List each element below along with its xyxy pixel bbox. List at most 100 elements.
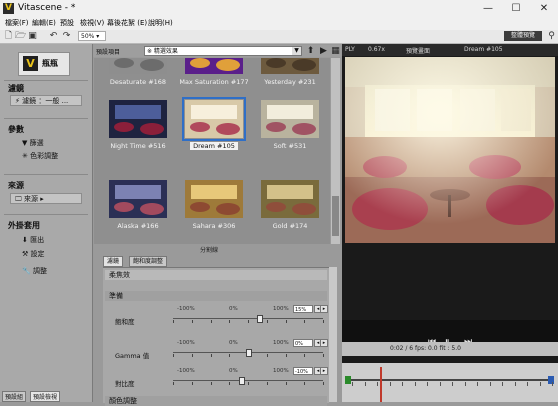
tab-presets[interactable]: 預設組 (2, 391, 27, 402)
slider-tick (266, 320, 268, 323)
view-toggle-button[interactable]: 整體預覽 (504, 31, 542, 41)
viewer-mode-label[interactable]: 預覽畫面 (406, 46, 430, 55)
menu-behind-scenes[interactable]: 幕後花絮 (E) (107, 18, 147, 28)
menu-edit[interactable]: 編輯(E) (32, 18, 56, 28)
logo-button[interactable]: V 瓶瓶 (18, 52, 70, 76)
timeline-tick (439, 382, 441, 386)
preset-thumbnail[interactable] (261, 180, 319, 218)
slider-spin-up-icon[interactable]: ▸ (320, 367, 328, 375)
menu-view[interactable]: 檢視(V) (80, 18, 104, 28)
close-button[interactable]: ✕ (530, 0, 558, 17)
preset-item[interactable]: Soft #531 (252, 100, 328, 160)
timecode-bar: 0:02 / 6 fps: 0.0 fit : 5.0 (342, 342, 558, 356)
preset-caption: Yesterday #231 (264, 78, 316, 86)
preset-item[interactable]: Desaturate #168 (100, 58, 176, 96)
slider-tick (210, 320, 212, 323)
menu-presets[interactable]: 預設 (60, 18, 74, 28)
preset-caption: Sahara #306 (192, 222, 236, 230)
slider-spin-up-icon[interactable]: ▸ (320, 339, 328, 347)
preset-item[interactable]: Gold #174 (252, 180, 328, 240)
preset-thumbnail[interactable] (109, 58, 167, 74)
slider-value-field[interactable]: -10% (293, 367, 313, 375)
divider (4, 80, 88, 81)
slider-min-label: -100% (177, 306, 195, 312)
tab-preset-view[interactable]: 預設檢視 (30, 391, 61, 402)
maximize-button[interactable]: ☐ (502, 0, 530, 17)
preset-caption: Dream #105 (190, 142, 238, 150)
preset-scrollbar[interactable] (331, 58, 340, 244)
viewer-preset-name: Dream #105 (464, 46, 503, 53)
slider-knob[interactable] (238, 377, 245, 385)
section-source-title: 來源 (8, 181, 24, 190)
preset-caption: Max Saturation #177 (179, 78, 249, 86)
timeline[interactable] (342, 363, 558, 402)
timeline-rail[interactable] (348, 379, 552, 381)
slider-track[interactable] (173, 318, 323, 319)
slider-tick (229, 354, 231, 357)
adjust-scrollbar[interactable] (329, 267, 337, 402)
preset-category-value: ※ 精選效果 (147, 48, 178, 55)
divider (4, 118, 88, 119)
menu-file[interactable]: 檔案(F) (5, 18, 29, 28)
slider-knob[interactable] (246, 349, 252, 357)
preset-item[interactable]: Yesterday #231 (252, 58, 328, 96)
viewer-bar: PLY 0.67x 預覽畫面 Dream #105 (342, 44, 558, 56)
preset-thumbnail[interactable] (109, 180, 167, 218)
preset-thumbnail[interactable] (261, 100, 319, 138)
params-color-item[interactable]: ✳ 色彩調整 (22, 151, 58, 161)
preset-item[interactable]: Sahara #306 (176, 180, 252, 240)
preset-item[interactable]: Dream #105 (176, 97, 252, 160)
zoom-value: 50% (81, 33, 95, 40)
arrow-up-icon[interactable]: ⬆ (305, 46, 316, 56)
menu-help[interactable]: 說明(H) (148, 18, 173, 28)
slider-tick (173, 320, 174, 323)
vitascene-logo-icon: V (23, 56, 38, 71)
redo-icon[interactable]: ↷ (61, 31, 72, 41)
slider-value-field[interactable]: 0% (293, 339, 313, 347)
preset-thumbnail[interactable] (261, 58, 319, 74)
undo-icon[interactable]: ↶ (48, 31, 59, 41)
slider-track[interactable] (173, 380, 323, 381)
plugin-adjust-item[interactable]: 🔧 調整 (22, 266, 47, 276)
scrollbar-thumb[interactable] (332, 196, 339, 236)
save-icon[interactable]: ▣ (27, 31, 38, 41)
slider-spin-up-icon[interactable]: ▸ (320, 305, 328, 313)
preset-item[interactable]: Night Time #516 (100, 100, 176, 160)
end-marker-icon[interactable] (548, 376, 554, 384)
new-file-icon[interactable]: 🗋 (3, 31, 14, 41)
zoom-select[interactable]: 50% ▾ (78, 31, 106, 41)
preset-category-select[interactable]: ※ 精選效果 ▼ (144, 46, 302, 56)
slider-value-field[interactable]: 15% (293, 305, 313, 313)
plugin-export-item[interactable]: ⬇ 匯出 (22, 235, 44, 245)
params-filter-item[interactable]: ▼ 篩選 (22, 138, 44, 148)
tab-filter[interactable]: 濾鏡 (103, 256, 124, 267)
slider-tick (229, 382, 231, 385)
preset-item[interactable]: Alaska #166 (100, 180, 176, 240)
preview-image[interactable] (345, 57, 555, 243)
tab-saturation[interactable]: 飽和度調整 (129, 256, 168, 267)
open-folder-icon[interactable]: 🗁 (15, 31, 26, 41)
slider-knob[interactable] (257, 315, 264, 323)
preset-label: 預設項目 (96, 49, 121, 56)
slider-tick (323, 354, 324, 357)
preset-thumbnail[interactable] (182, 97, 246, 141)
slider-min-label: -100% (177, 368, 195, 374)
timeline-tick (552, 382, 553, 386)
start-marker-icon[interactable] (345, 376, 351, 384)
slider-tick (266, 354, 268, 357)
play-preset-icon[interactable]: ▶ (318, 46, 329, 56)
playhead[interactable] (380, 367, 382, 402)
filter-dropdown[interactable]: ⚡ 濾鏡 ：一般 ... (10, 95, 82, 106)
plugin-settings-item[interactable]: ⚒ 設定 (22, 249, 45, 259)
pin-icon[interactable]: ⚲ (546, 31, 557, 41)
timeline-tick (514, 382, 516, 386)
preset-thumbnail[interactable] (109, 100, 167, 138)
splitter-label[interactable]: 分割線 (200, 245, 218, 254)
grid-view-icon[interactable]: ▦ (330, 46, 341, 56)
window-title: Vitascene - * (18, 3, 76, 13)
minimize-button[interactable]: — (474, 0, 502, 17)
preset-thumbnail[interactable] (185, 58, 243, 74)
preset-thumbnail[interactable] (185, 180, 243, 218)
source-button[interactable]: 🖵 來源 ▸ (10, 193, 82, 204)
preset-item[interactable]: Max Saturation #177 (176, 58, 252, 96)
